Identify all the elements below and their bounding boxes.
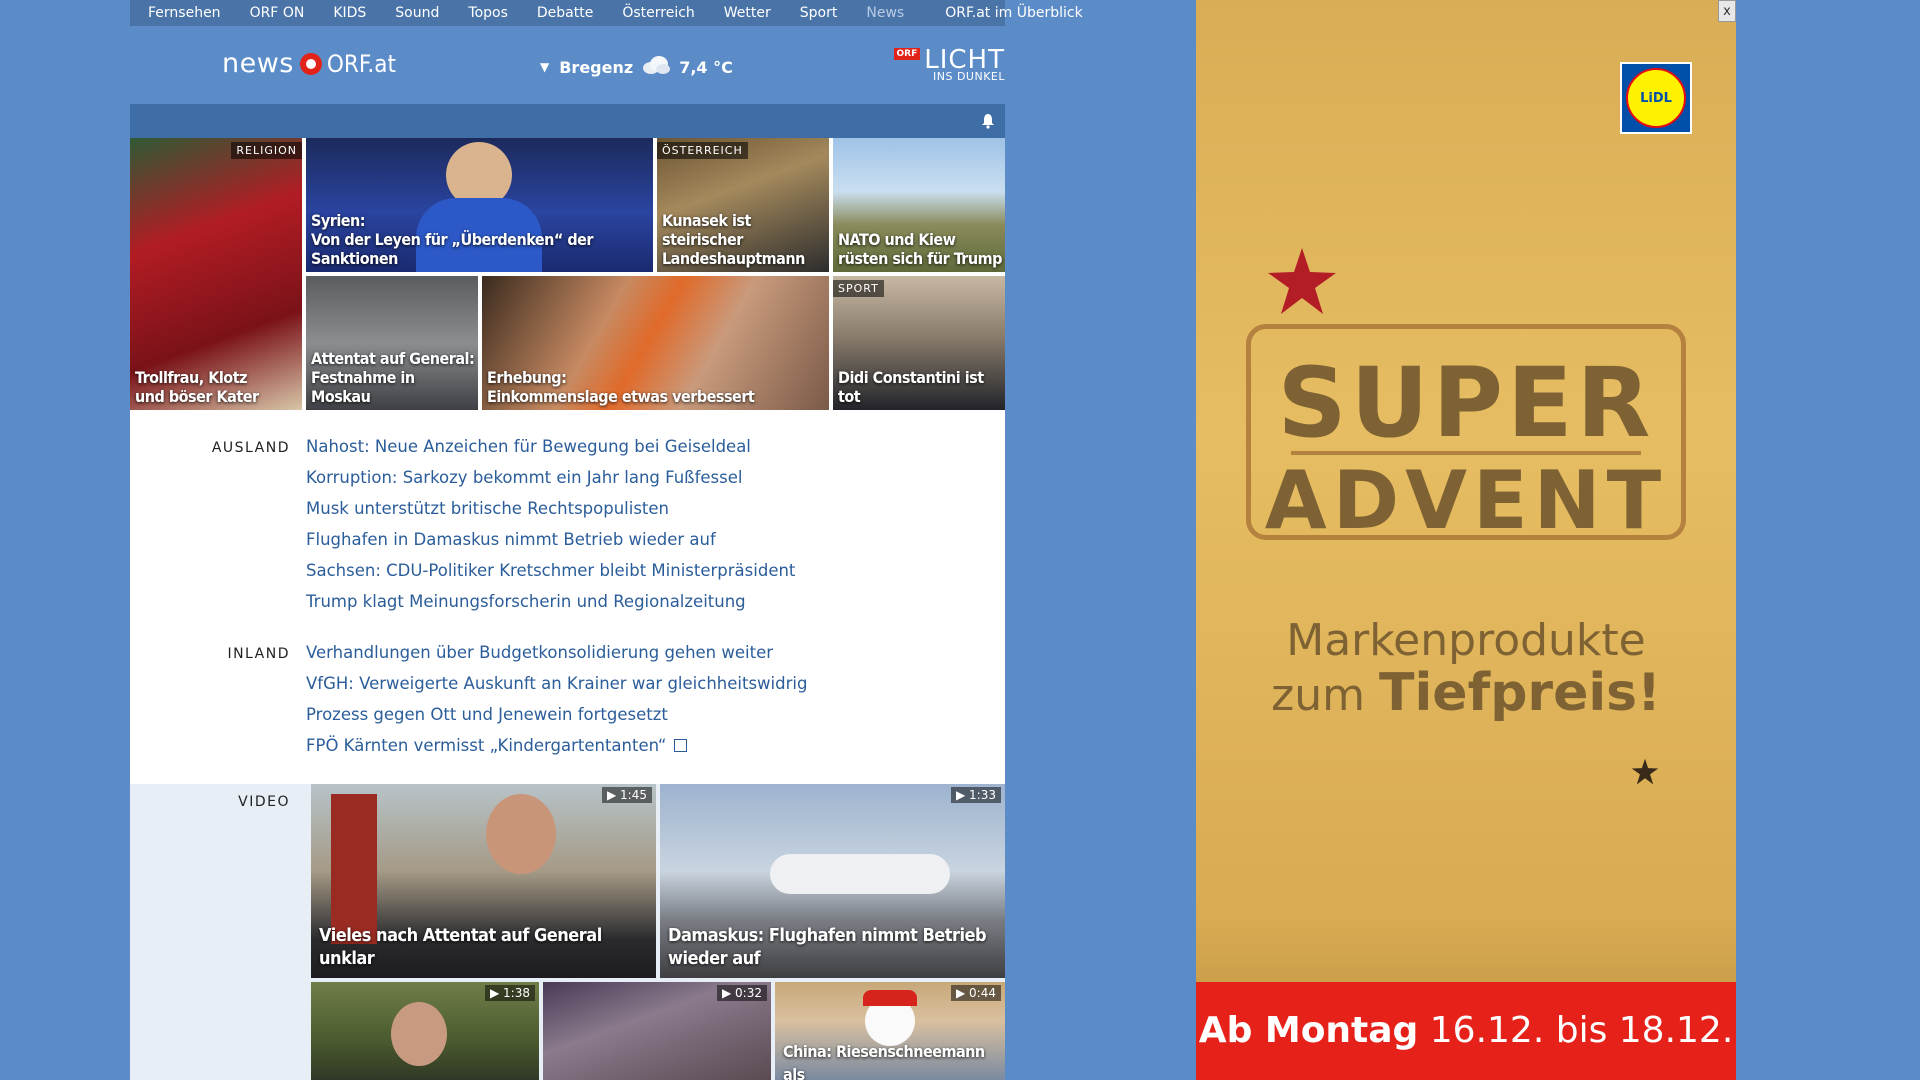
nav-orf-on[interactable]: ORF ON: [232, 5, 316, 21]
logo-orf-text: ORF.at: [326, 49, 396, 78]
news-link-external[interactable]: FPÖ Kärnten vermisst „Kindergartentanten…: [306, 735, 807, 766]
weather-city: Bregenz: [559, 57, 634, 77]
teaser-tag: ÖSTERREICH: [657, 142, 748, 159]
advent-text: ADVENT: [1264, 454, 1668, 547]
teaser-kunasek[interactable]: ÖSTERREICH Kunasek ist steirischer Landes…: [657, 138, 829, 272]
news-link[interactable]: Flughafen in Damaskus nimmt Betrieb wied…: [306, 529, 795, 560]
video-duration: ▶ 1:45: [602, 787, 652, 803]
nav-topos[interactable]: Topos: [450, 5, 518, 21]
super-advent-box: SUPER ADVENT: [1246, 324, 1686, 547]
teaser-tag: SPORT: [833, 280, 884, 297]
notification-bar: [130, 104, 1005, 138]
news-link[interactable]: Korruption: Sarkozy bekommt ein Jahr lan…: [306, 467, 795, 498]
top-navigation: Fernsehen ORF ON KIDS Sound Topos Debatt…: [130, 0, 1083, 26]
teaser-religion[interactable]: RELIGION Trollfrau, Klotz und böser Kater: [130, 138, 302, 410]
video-duration: ▶ 1:33: [951, 787, 1001, 803]
site-header: news ORF.at ▼ Bregenz 7,4 °C ORF LICHT IN…: [130, 26, 1005, 104]
video-tile[interactable]: ▶ 0:32: [543, 982, 771, 1080]
news-list: AUSLAND Nahost: Neue Anzeichen für Beweg…: [130, 410, 1005, 784]
news-link[interactable]: Verhandlungen über Budgetkonsolidierung …: [306, 642, 807, 673]
teaser-caption: Attentat auf General: Festnahme in Moskau: [311, 349, 475, 406]
nav-debatte[interactable]: Debatte: [519, 5, 604, 21]
nav-fernsehen[interactable]: Fernsehen: [130, 5, 232, 21]
video-duration: ▶ 1:38: [485, 985, 535, 1001]
video-tile[interactable]: ▶ 1:33 Damaskus: Flughafen nimmt Betrieb…: [660, 784, 1005, 978]
news-link[interactable]: VfGH: Verweigerte Auskunft an Krainer wa…: [306, 673, 807, 704]
nav-sport[interactable]: Sport: [782, 5, 849, 21]
star-icon: [1631, 758, 1659, 785]
external-link-icon: [674, 739, 688, 752]
nav-news[interactable]: News: [848, 5, 915, 21]
star-icon: [1268, 248, 1336, 314]
video-duration: ▶ 0:32: [717, 985, 767, 1001]
teaser-caption: NATO und Kiew rüsten sich für Trump: [838, 230, 1002, 268]
news-link[interactable]: Musk unterstützt britische Rechtspopulis…: [306, 498, 795, 529]
teaser-caption: Syrien: Von der Leyen für „Überdenken“ de…: [311, 211, 594, 268]
news-link[interactable]: Nahost: Neue Anzeichen für Bewegung bei …: [306, 436, 795, 467]
nav-sound[interactable]: Sound: [377, 5, 450, 21]
teaser-tag: RELIGION: [231, 142, 302, 159]
video-section: VIDEO ▶ 1:45 Vieles nach Attentat auf Ge…: [130, 784, 1005, 1080]
cloud-icon: [641, 55, 671, 79]
teaser-erhebung[interactable]: Erhebung: Einkommenslage etwas verbessert: [482, 276, 829, 410]
news-link[interactable]: Trump klagt Meinungsforscherin und Regio…: [306, 591, 795, 622]
super-text: SUPER: [1277, 347, 1655, 459]
section-label: AUSLAND: [211, 440, 290, 456]
teaser-sport[interactable]: SPORT Didi Constantini ist tot: [833, 276, 1005, 410]
video-caption: Damaskus: Flughafen nimmt Betrieb wieder …: [668, 925, 987, 969]
section-label: VIDEO: [238, 794, 290, 810]
lidl-logo: LiDL: [1620, 62, 1692, 134]
ad-close-button[interactable]: x: [1718, 0, 1736, 22]
licht-ins-dunkel-logo[interactable]: ORF LICHT INS DUNKEL: [893, 47, 1005, 83]
nav-wetter[interactable]: Wetter: [706, 5, 782, 21]
ad-date-banner: Ab Montag 16.12. bis 18.12.: [1196, 982, 1736, 1080]
teaser-caption: Erhebung: Einkommenslage etwas verbessert: [487, 368, 755, 406]
logo-news-text: news: [222, 48, 294, 79]
nav-oesterreich[interactable]: Österreich: [604, 5, 705, 21]
bell-icon[interactable]: [981, 113, 995, 129]
nav-orf-overview[interactable]: ORF.at im Überblick: [927, 5, 1093, 21]
section-label: INLAND: [227, 646, 290, 662]
teaser-syrien[interactable]: Syrien: Von der Leyen für „Überdenken“ de…: [306, 138, 653, 272]
video-tile[interactable]: ▶ 0:44 China: Riesenschneemann als: [775, 982, 1005, 1080]
weather-temperature: 7,4 °C: [679, 57, 733, 77]
lidl-advertisement[interactable]: x LiDL SUPER ADVENT Markenprodukte zum T…: [1196, 0, 1736, 1080]
news-link[interactable]: Prozess gegen Ott und Jenewein fortgeset…: [306, 704, 807, 735]
teaser-nato[interactable]: NATO und Kiew rüsten sich für Trump: [833, 138, 1005, 272]
nav-kids[interactable]: KIDS: [315, 5, 377, 21]
dropdown-triangle-icon: ▼: [540, 60, 550, 74]
news-orf-logo[interactable]: news ORF.at: [222, 48, 396, 79]
video-duration: ▶ 0:44: [951, 985, 1001, 1001]
orf-ring-icon: [299, 52, 322, 75]
teaser-attentat[interactable]: Attentat auf General: Festnahme in Moskau: [306, 276, 478, 410]
video-caption: Vieles nach Attentat auf General unklar: [319, 925, 602, 969]
video-tile[interactable]: ▶ 1:45 Vieles nach Attentat auf General …: [311, 784, 656, 978]
news-link[interactable]: Sachsen: CDU-Politiker Kretschmer bleibt…: [306, 560, 795, 591]
orf-badge: ORF: [893, 48, 921, 60]
video-caption: China: Riesenschneemann als: [783, 1042, 985, 1080]
teaser-caption: Didi Constantini ist tot: [838, 368, 984, 406]
teaser-grid: RELIGION Trollfrau, Klotz und böser Kater…: [130, 138, 1005, 410]
teaser-caption: Kunasek ist steirischer Landeshauptmann: [662, 211, 805, 268]
teaser-caption: Trollfrau, Klotz und böser Kater: [135, 368, 259, 406]
video-tile[interactable]: ▶ 1:38: [311, 982, 539, 1080]
weather-widget[interactable]: ▼ Bregenz 7,4 °C: [540, 55, 733, 79]
ad-tagline: Markenprodukte zum Tiefpreis!: [1271, 615, 1661, 723]
